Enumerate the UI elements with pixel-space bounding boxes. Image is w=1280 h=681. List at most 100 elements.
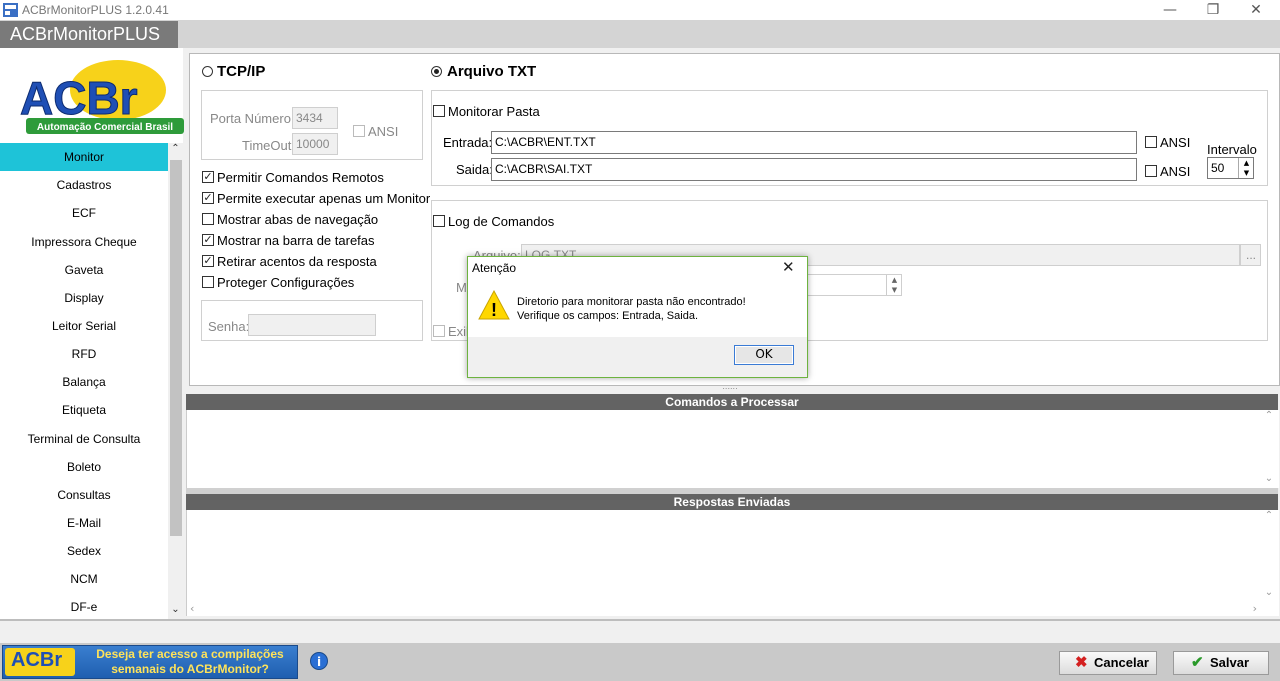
dialog-title: Atenção bbox=[472, 261, 517, 275]
opt-remove-accents-checkbox[interactable]: ✓ bbox=[202, 255, 214, 267]
sidebar-item-terminal-consulta[interactable]: Terminal de Consulta bbox=[0, 425, 168, 453]
sidebar-item-ncm[interactable]: NCM bbox=[0, 565, 168, 593]
status-strip bbox=[0, 619, 1280, 643]
log-label: Log de Comandos bbox=[448, 214, 555, 229]
log-show-checkbox[interactable] bbox=[433, 325, 445, 337]
txt-radio[interactable] bbox=[431, 66, 442, 77]
saida-label: Saida: bbox=[456, 162, 493, 177]
logo-subtitle: Automação Comercial Brasil bbox=[37, 122, 173, 133]
sidebar-scroll-thumb[interactable] bbox=[170, 160, 182, 536]
responses-scrollbar[interactable]: ⌃ ⌄ bbox=[1261, 510, 1277, 602]
dialog-close-icon[interactable]: ✕ bbox=[782, 258, 795, 276]
opt-protect-config-label: Proteger Configurações bbox=[217, 275, 355, 290]
sidebar-item-leitor-serial[interactable]: Leitor Serial bbox=[0, 312, 168, 340]
opt-remote-commands-label: Permitir Comandos Remotos bbox=[217, 170, 384, 185]
timeout-input[interactable]: 10000 bbox=[292, 133, 338, 155]
entrada-input[interactable]: C:\ACBR\ENT.TXT bbox=[491, 131, 1137, 154]
restore-button[interactable]: ❐ bbox=[1193, 0, 1233, 20]
sidebar-item-impressora-cheque[interactable]: Impressora Cheque bbox=[0, 228, 168, 256]
log-max-label: M bbox=[456, 280, 467, 295]
save-check-icon: ✔ bbox=[1191, 654, 1204, 671]
dialog-message-line2: Verifique os campos: Entrada, Saida. bbox=[517, 310, 698, 322]
scroll-down-icon[interactable]: ⌄ bbox=[168, 604, 183, 615]
save-label: Salvar bbox=[1210, 655, 1250, 670]
window-titlebar: ACBrMonitorPLUS 1.2.0.41 — ❐ ✕ bbox=[0, 0, 1280, 20]
port-label: Porta Número: bbox=[210, 111, 295, 126]
warning-icon: ! bbox=[478, 290, 510, 320]
banner-line1: Deseja ter acesso a compilações bbox=[96, 647, 284, 661]
sidebar-item-dfe[interactable]: DF-e bbox=[0, 593, 168, 621]
tcp-ansi-checkbox[interactable] bbox=[353, 125, 365, 137]
interval-stepper[interactable]: ▲ ▼ bbox=[1238, 158, 1254, 178]
sidebar-item-boleto[interactable]: Boleto bbox=[0, 453, 168, 481]
tcp-radio[interactable] bbox=[202, 66, 213, 77]
opt-remove-accents-label: Retirar acentos da resposta bbox=[217, 254, 377, 269]
timeout-label: TimeOut: bbox=[242, 138, 295, 153]
log-max-stepper[interactable]: ▲ ▼ bbox=[886, 275, 902, 295]
commands-scrollbar[interactable]: ⌃ ⌄ bbox=[1261, 410, 1277, 488]
saida-ansi-label: ANSI bbox=[1160, 164, 1191, 179]
sidebar-item-rfd[interactable]: RFD bbox=[0, 340, 168, 368]
ok-button[interactable]: OK bbox=[734, 345, 794, 365]
responses-list[interactable] bbox=[186, 510, 1279, 616]
logo-text: ACBr bbox=[20, 72, 138, 124]
save-button[interactable]: ✔ Salvar bbox=[1173, 651, 1269, 675]
sidebar-item-ecf[interactable]: ECF bbox=[0, 199, 168, 227]
sidebar-item-gaveta[interactable]: Gaveta bbox=[0, 256, 168, 284]
sidebar-item-email[interactable]: E-Mail bbox=[0, 509, 168, 537]
scroll-up-icon[interactable]: ⌃ bbox=[168, 143, 183, 154]
monitor-folder-label: Monitorar Pasta bbox=[448, 104, 540, 119]
commands-header: Comandos a Processar bbox=[186, 394, 1278, 410]
cancel-label: Cancelar bbox=[1094, 655, 1149, 670]
password-label: Senha: bbox=[208, 319, 250, 334]
cancel-button[interactable]: ✖ Cancelar bbox=[1059, 651, 1157, 675]
weekly-builds-banner[interactable]: ACBr Deseja ter acesso a compilações sem… bbox=[2, 645, 298, 679]
entrada-ansi-checkbox[interactable] bbox=[1145, 136, 1157, 148]
sidebar-item-cadastros[interactable]: Cadastros bbox=[0, 171, 168, 199]
alert-dialog: Atenção ✕ ! Diretorio para monitorar pas… bbox=[467, 256, 808, 378]
cancel-x-icon: ✖ bbox=[1075, 654, 1088, 671]
commands-list[interactable] bbox=[186, 410, 1279, 488]
opt-taskbar-label: Mostrar na barra de tarefas bbox=[217, 233, 375, 248]
info-icon[interactable]: i bbox=[310, 652, 328, 670]
log-checkbox[interactable] bbox=[433, 215, 445, 227]
entrada-ansi-label: ANSI bbox=[1160, 135, 1191, 150]
tcp-label: TCP/IP bbox=[217, 63, 266, 80]
responses-header: Respostas Enviadas bbox=[186, 494, 1278, 510]
password-input[interactable] bbox=[248, 314, 376, 336]
banner-logo: ACBr bbox=[11, 649, 63, 671]
responses-hscrollbar[interactable]: ‹ › bbox=[186, 602, 1261, 616]
app-window-icon bbox=[3, 3, 18, 17]
window-title: ACBrMonitorPLUS 1.2.0.41 bbox=[22, 3, 169, 17]
saida-ansi-checkbox[interactable] bbox=[1145, 165, 1157, 177]
minimize-button[interactable]: — bbox=[1150, 0, 1190, 20]
entrada-label: Entrada: bbox=[443, 135, 493, 150]
port-input[interactable]: 3434 bbox=[292, 107, 338, 129]
sidebar-item-display[interactable]: Display bbox=[0, 284, 168, 312]
close-window-button[interactable]: ✕ bbox=[1236, 0, 1276, 20]
sidebar-item-etiqueta[interactable]: Etiqueta bbox=[0, 396, 168, 424]
opt-single-monitor-checkbox[interactable]: ✓ bbox=[202, 192, 214, 204]
app-header bbox=[0, 20, 1280, 48]
panel-splitter[interactable]: ...... bbox=[700, 383, 760, 393]
dialog-message-line1: Diretorio para monitorar pasta não encon… bbox=[517, 296, 746, 308]
tcp-ansi-label: ANSI bbox=[368, 124, 399, 139]
opt-remote-commands-checkbox[interactable]: ✓ bbox=[202, 171, 214, 183]
sidebar-item-sedex[interactable]: Sedex bbox=[0, 537, 168, 565]
sidebar-item-monitor[interactable]: Monitor bbox=[0, 143, 168, 171]
dialog-footer: OK bbox=[468, 337, 807, 377]
warning-glyph: ! bbox=[491, 300, 497, 320]
opt-nav-tabs-checkbox[interactable] bbox=[202, 213, 214, 225]
app-name: ACBrMonitorPLUS bbox=[0, 21, 178, 48]
monitor-folder-checkbox[interactable] bbox=[433, 105, 445, 117]
txt-label: Arquivo TXT bbox=[447, 63, 537, 80]
log-browse-button[interactable]: ... bbox=[1240, 244, 1261, 266]
sidebar-item-consultas[interactable]: Consultas bbox=[0, 481, 168, 509]
saida-input[interactable]: C:\ACBR\SAI.TXT bbox=[491, 158, 1137, 181]
opt-taskbar-checkbox[interactable]: ✓ bbox=[202, 234, 214, 246]
banner-line2: semanais do ACBrMonitor? bbox=[111, 662, 269, 676]
acbr-logo: ACBr Automação Comercial Brasil bbox=[18, 56, 184, 136]
sidebar-item-balanca[interactable]: Balança bbox=[0, 368, 168, 396]
opt-protect-config-checkbox[interactable] bbox=[202, 276, 214, 288]
opt-single-monitor-label: Permite executar apenas um Monitor bbox=[217, 191, 431, 206]
